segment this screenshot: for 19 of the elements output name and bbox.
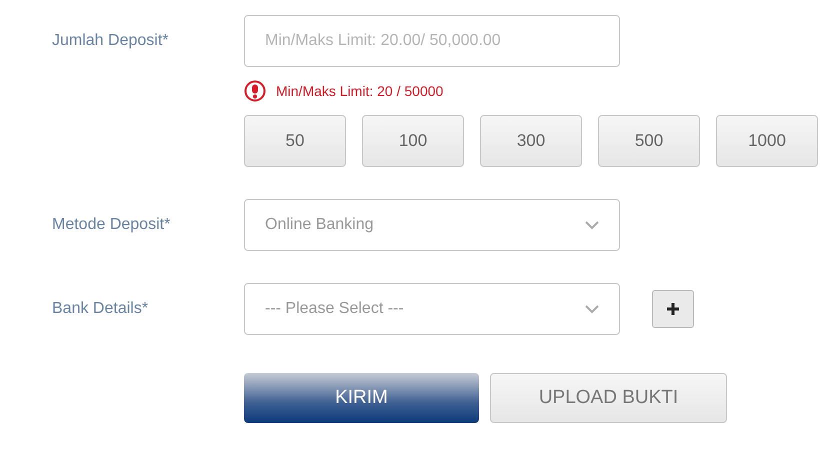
amount-input[interactable]: Min/Maks Limit: 20.00/ 50,000.00 [244,15,620,67]
error-message: Min/Maks Limit: 20 / 50000 [276,82,444,100]
amount-button[interactable]: 500 [598,115,700,167]
amount-button[interactable]: 50 [244,115,346,167]
error-icon [244,80,266,102]
plus-icon [666,302,680,316]
add-button[interactable] [652,290,694,328]
submit-button[interactable]: KIRIM [244,373,479,423]
field-label: Metode Deposit* [52,215,172,235]
chevron-down-icon [585,304,599,314]
upload-button[interactable]: UPLOAD BUKTI [490,373,727,423]
amount-button[interactable]: 1000 [716,115,818,167]
field-label: Jumlah Deposit* [52,31,170,51]
amount-button[interactable]: 100 [362,115,464,167]
select-field[interactable]: Online Banking [244,199,620,251]
field-label: Bank Details* [52,299,150,319]
select-field[interactable]: --- Please Select --- [244,283,620,335]
amount-button[interactable]: 300 [480,115,582,167]
chevron-down-icon [585,220,599,230]
